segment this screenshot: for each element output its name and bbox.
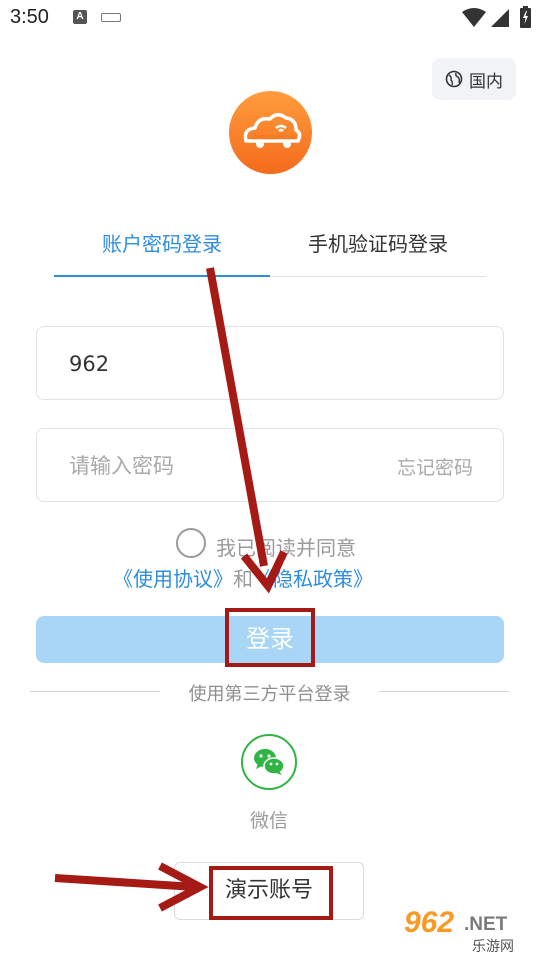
- annotation-box-demo: [209, 866, 333, 920]
- divider-right: [379, 691, 509, 692]
- tab-active-indicator: [54, 275, 270, 277]
- notification-a-icon: A: [73, 10, 87, 24]
- wifi-icon: [462, 8, 486, 27]
- region-switch-button[interactable]: 国内: [432, 58, 516, 100]
- status-time: 3:50: [10, 6, 49, 28]
- wechat-login-button[interactable]: [241, 734, 297, 790]
- agreement-checkbox[interactable]: [176, 528, 206, 558]
- account-field-container: [36, 326, 504, 401]
- tab-sms-login[interactable]: 手机验证码登录: [270, 228, 486, 257]
- third-party-divider-label: 使用第三方平台登录: [188, 684, 351, 705]
- site-watermark: 962 .NET 乐游网: [400, 904, 536, 956]
- divider-left: [30, 691, 160, 692]
- forgot-password-link[interactable]: 忘记密码: [397, 453, 473, 480]
- watermark-subtitle: 乐游网: [472, 939, 514, 955]
- annotation-arrow-login: [206, 267, 268, 567]
- privacy-policy-link[interactable]: 《隐私政策》: [253, 567, 373, 591]
- annotation-box-login: [225, 608, 315, 667]
- agreement-label: 我已阅读并同意: [216, 536, 356, 560]
- battery-icon: [520, 6, 531, 28]
- user-agreement-link[interactable]: 《使用协议》: [113, 567, 233, 591]
- password-field-container: 忘记密码: [36, 428, 504, 503]
- wechat-icon: [254, 749, 285, 775]
- wechat-label: 微信: [249, 810, 288, 832]
- tab-password-login[interactable]: 账户密码登录: [54, 228, 270, 257]
- globe-icon: [445, 70, 463, 88]
- and-text: 和: [233, 567, 253, 591]
- agreement-links: 《使用协议》和《隐私政策》: [113, 563, 373, 592]
- keyboard-icon: [101, 13, 121, 22]
- signal-icon: [491, 9, 509, 27]
- watermark-number: 962: [404, 906, 455, 939]
- cloud-car-logo: [243, 113, 302, 148]
- password-input[interactable]: [67, 429, 371, 503]
- region-label: 国内: [469, 71, 503, 92]
- status-bar: 3:50 A: [0, 0, 540, 38]
- watermark-suffix: .NET: [464, 914, 508, 935]
- account-input[interactable]: [67, 327, 371, 401]
- app-logo: [229, 91, 312, 174]
